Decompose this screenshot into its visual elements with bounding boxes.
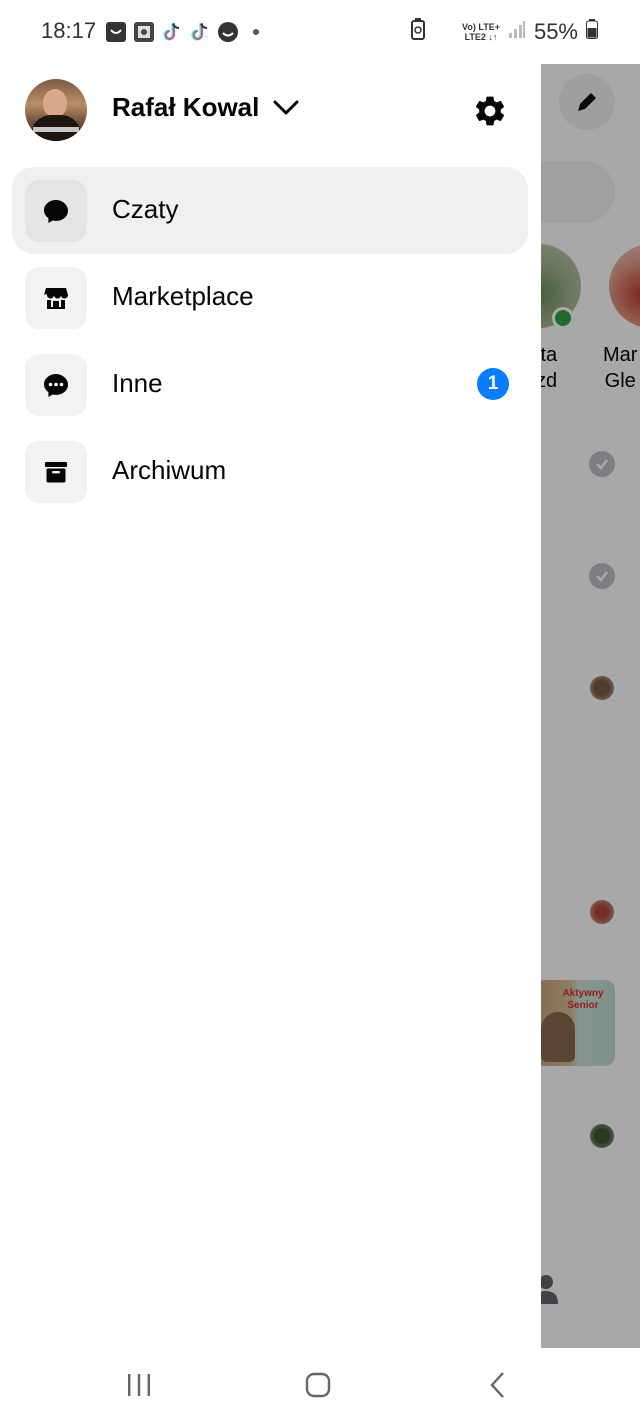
network-line-1: Vo) LTE+	[462, 21, 500, 32]
recent-apps-button[interactable]	[119, 1368, 159, 1402]
notification-icons	[104, 20, 268, 44]
settings-button[interactable]	[471, 92, 509, 130]
menu-item-other[interactable]: Inne 1	[12, 341, 528, 428]
menu-label: Marketplace	[112, 281, 254, 311]
battery-icon	[586, 19, 598, 44]
menu-item-marketplace[interactable]: Marketplace	[12, 254, 528, 341]
navigation-drawer: Rafał Kowal Czaty Marketplace Inne 1 Arc…	[0, 54, 541, 1348]
network-info: Vo) LTE+ LTE2 ↓↑	[462, 22, 500, 42]
account-switcher[interactable]: Rafał Kowal	[112, 92, 299, 123]
menu-icon-box	[25, 180, 87, 242]
menu-item-chats[interactable]: Czaty	[12, 167, 528, 254]
profile-avatar[interactable]	[25, 79, 87, 141]
recents-icon	[128, 1374, 150, 1396]
tiktok-icon	[188, 20, 212, 44]
menu-icon-box	[25, 267, 87, 329]
avatar-caption-strip	[33, 127, 79, 132]
storefront-icon	[44, 288, 68, 309]
tiktok-icon	[160, 20, 184, 44]
system-nav-bar	[0, 1348, 640, 1422]
network-line-2: LTE2 ↓↑	[464, 31, 498, 42]
archive-icon	[45, 462, 67, 483]
status-time: 18:17	[41, 18, 97, 43]
battery-saver-icon	[410, 18, 426, 45]
home-icon	[305, 1372, 331, 1398]
status-bar: 18:17 Vo) LTE+ LTE2 ↓↑ 55%	[0, 0, 640, 64]
home-button[interactable]	[298, 1368, 338, 1402]
menu-item-archive[interactable]: Archiwum	[12, 428, 528, 515]
signal-icon	[508, 20, 526, 43]
status-right: Vo) LTE+ LTE2 ↓↑ 55%	[410, 18, 598, 45]
menu-icon-box	[25, 441, 87, 503]
dot-icon	[244, 20, 268, 44]
chat-bubble-icon	[44, 200, 68, 223]
menu-icon-box	[25, 354, 87, 416]
gear-icon	[475, 96, 505, 126]
smile-icon	[216, 20, 240, 44]
chevron-down-icon	[273, 95, 299, 121]
menu-label: Archiwum	[112, 455, 227, 485]
battery-percent: 55%	[533, 18, 578, 44]
menu-label: Czaty	[112, 194, 179, 224]
back-button[interactable]	[478, 1368, 518, 1402]
unread-badge: 1	[477, 368, 509, 400]
news-icon	[132, 20, 156, 44]
avatar-head	[43, 89, 67, 117]
menu-label: Inne	[112, 368, 163, 398]
scrim-overlay[interactable]	[541, 54, 640, 1348]
chat-dots-icon	[44, 374, 68, 397]
user-name: Rafał Kowal	[112, 92, 260, 122]
shopping-bag-icon	[104, 20, 128, 44]
back-icon	[490, 1372, 504, 1398]
